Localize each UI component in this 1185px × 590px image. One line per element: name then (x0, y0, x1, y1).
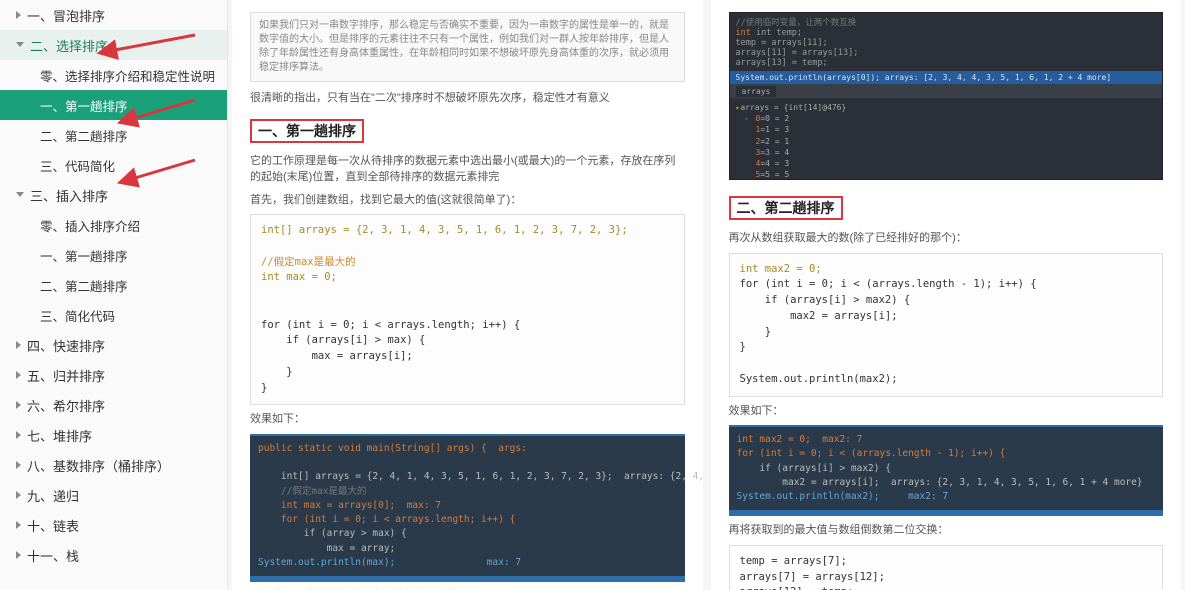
caret-right-icon (16, 341, 21, 349)
nav-insertion-intro[interactable]: 零、插入排序介绍 (0, 210, 227, 240)
para: 再次从数组获取最大的数(除了已经排好的那个)： (729, 230, 1164, 247)
column-left: 如果我们只对一串数字排序，那么稳定与否确实不重要，因为一串数字的属性是单一的，就… (232, 0, 703, 590)
nav-insertion-1[interactable]: 一、第一趟排序 (0, 240, 227, 270)
section-title-1: 一、第一趟排序 (250, 119, 364, 143)
result-label: 效果如下： (250, 411, 685, 428)
caret-right-icon (16, 401, 21, 409)
nav-selection-intro[interactable]: 零、选择排序介绍和稳定性说明 (0, 60, 227, 90)
section-title-2: 二、第二趟排序 (729, 196, 843, 220)
nav-label: 八、基数排序（桶排序） (27, 456, 170, 475)
para: 它的工作原理是每一次从待排序的数据元素中选出最小(或最大)的一个元素，存放在序列… (250, 153, 685, 186)
nav-recursion[interactable]: 九、递归 (0, 480, 227, 510)
nav-label: 一、第一趟排序 (40, 96, 128, 115)
nav-label: 九、递归 (27, 486, 79, 505)
nav-stack[interactable]: 十一、栈 (0, 540, 227, 570)
nav-label: 六、希尔排序 (27, 396, 105, 415)
nav-label: 五、归并排序 (27, 366, 105, 385)
nav-bubble-sort[interactable]: 一、冒泡排序 (0, 0, 227, 30)
nav-label: 三、代码简化 (40, 156, 115, 175)
ide-tab[interactable]: arrays (736, 86, 777, 97)
nav-insertion-simplify[interactable]: 三、简化代码 (0, 300, 227, 330)
code-block-1: int[] arrays = {2, 3, 1, 4, 3, 5, 1, 6, … (250, 214, 685, 405)
nav-label: 十、链表 (27, 516, 79, 535)
nav-label: 二、选择排序 (30, 36, 108, 55)
content: 如果我们只对一串数字排序，那么稳定与否确实不重要，因为一串数字的属性是单一的，就… (228, 0, 1185, 590)
caret-down-icon (16, 42, 24, 47)
nav-label: 四、快速排序 (27, 336, 105, 355)
nav-insertion-2[interactable]: 二、第二趟排序 (0, 270, 227, 300)
code-block-4: temp = arrays[7]; arrays[7] = arrays[12]… (729, 545, 1164, 590)
nav-selection-1[interactable]: 一、第一趟排序 (0, 90, 227, 120)
quote-block: 如果我们只对一串数字排序，那么稳定与否确实不重要，因为一串数字的属性是单一的，就… (250, 12, 685, 82)
ide-output-bar: System.out.println(arrays[0]); arrays: [… (730, 71, 1163, 84)
caret-right-icon (16, 491, 21, 499)
nav-selection-2[interactable]: 二、第二趟排序 (0, 120, 227, 150)
nav-merge-sort[interactable]: 五、归并排序 (0, 360, 227, 390)
result-label: 效果如下： (729, 403, 1164, 420)
nav-selection-sort[interactable]: 二、选择排序 (0, 30, 227, 60)
nav-insertion-sort[interactable]: 三、插入排序 (0, 180, 227, 210)
caret-right-icon (16, 431, 21, 439)
nav-selection-simplify[interactable]: 三、代码简化 (0, 150, 227, 180)
nav-label: 三、简化代码 (40, 306, 115, 325)
nav-quick-sort[interactable]: 四、快速排序 (0, 330, 227, 360)
nav-radix-sort[interactable]: 八、基数排序（桶排序） (0, 450, 227, 480)
nav-label: 一、冒泡排序 (27, 6, 105, 25)
code-block-3: int max2 = 0; for (int i = 0; i < (array… (729, 253, 1164, 397)
nav-label: 三、插入排序 (30, 186, 108, 205)
nav-label: 二、第二趟排序 (40, 276, 128, 295)
code-dark-2: int max2 = 0; max2: 7 for (int i = 0; i … (729, 425, 1164, 516)
caret-right-icon (16, 521, 21, 529)
nav-label: 二、第二趟排序 (40, 126, 128, 145)
nav-shell-sort[interactable]: 六、希尔排序 (0, 390, 227, 420)
nav-label: 零、插入排序介绍 (40, 216, 140, 235)
caret-right-icon (16, 371, 21, 379)
caret-down-icon (16, 192, 24, 197)
ide-screenshot: //使用临时变量，让两个数互换 int int temp; temp = arr… (729, 12, 1164, 180)
caret-right-icon (16, 11, 21, 19)
nav-linked-list[interactable]: 十、链表 (0, 510, 227, 540)
sidebar: 一、冒泡排序 二、选择排序 零、选择排序介绍和稳定性说明 一、第一趟排序 二、第… (0, 0, 228, 590)
lead-text: 很清晰的指出，只有当在"二次"排序时不想破坏原先次序，稳定性才有意义 (250, 90, 685, 107)
caret-right-icon (16, 461, 21, 469)
para: 首先，我们创建数组，找到它最大的值(这就很简单了)： (250, 192, 685, 209)
nav-heap-sort[interactable]: 七、堆排序 (0, 420, 227, 450)
nav-label: 零、选择排序介绍和稳定性说明 (40, 66, 215, 85)
para: 再将获取到的最大值与数组倒数第二位交换： (729, 522, 1164, 539)
column-right: //使用临时变量，让两个数互换 int int temp; temp = arr… (711, 0, 1182, 590)
caret-right-icon (16, 551, 21, 559)
nav-label: 十一、栈 (27, 546, 79, 565)
code-dark-1: public static void main(String[] args) {… (250, 434, 685, 582)
nav-label: 七、堆排序 (27, 426, 92, 445)
nav-label: 一、第一趟排序 (40, 246, 128, 265)
